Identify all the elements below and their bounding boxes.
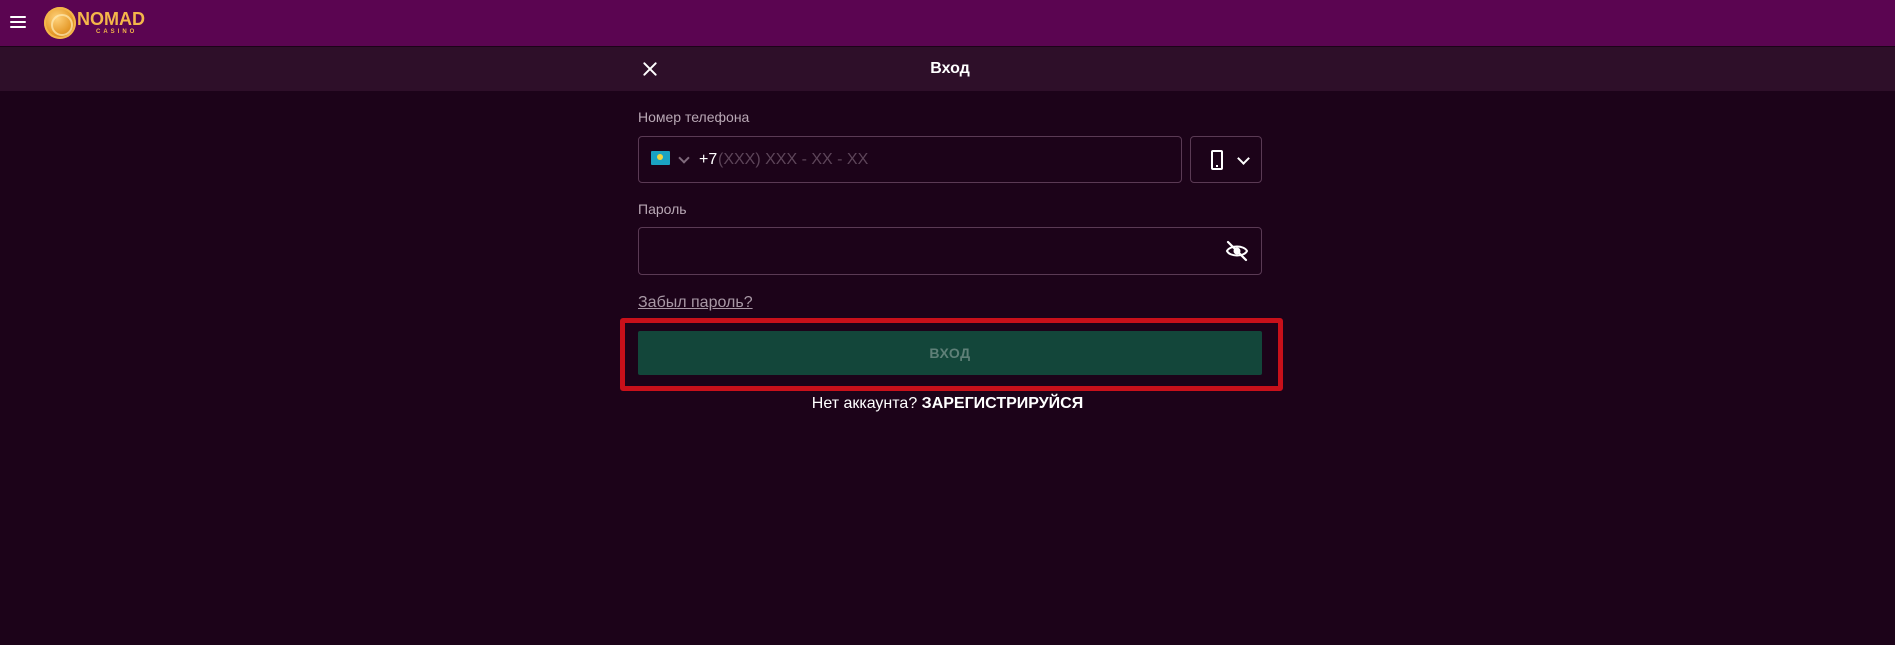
phone-field[interactable]: +7 xyxy=(638,136,1182,183)
chevron-down-icon xyxy=(1237,152,1250,165)
password-field[interactable] xyxy=(638,227,1262,275)
logo-title: NOMAD xyxy=(77,9,145,29)
password-input[interactable] xyxy=(651,236,1211,266)
login-button[interactable]: ВХОД xyxy=(638,331,1262,375)
login-method-select[interactable] xyxy=(1190,136,1262,183)
forgot-password-link[interactable]: Забыл пароль? xyxy=(638,294,753,312)
eye-off-icon[interactable] xyxy=(1225,240,1249,262)
country-chevron-down-icon[interactable] xyxy=(678,152,690,164)
register-link[interactable]: ЗАРЕГИСТРИРУЙСЯ xyxy=(922,395,1084,412)
no-account-text: Нет аккаунта? xyxy=(811,395,918,412)
logo-subtitle: CASINO xyxy=(96,29,138,35)
top-bar: NOMAD CASINO xyxy=(0,0,1895,46)
modal-title: Вход xyxy=(930,60,970,77)
kazakhstan-flag-icon[interactable] xyxy=(651,151,670,165)
phone-input[interactable] xyxy=(718,145,1158,175)
logo-coin-icon xyxy=(44,7,76,39)
register-line: Нет аккаунта? ЗАРЕГИСТРИРУЙСЯ xyxy=(0,395,1895,413)
password-label: Пароль xyxy=(638,201,687,217)
hamburger-icon[interactable] xyxy=(10,15,26,28)
mobile-phone-icon xyxy=(1211,150,1223,170)
logo[interactable]: NOMAD CASINO xyxy=(44,7,154,39)
phone-label: Номер телефона xyxy=(638,109,750,125)
phone-prefix: +7 xyxy=(699,151,718,168)
